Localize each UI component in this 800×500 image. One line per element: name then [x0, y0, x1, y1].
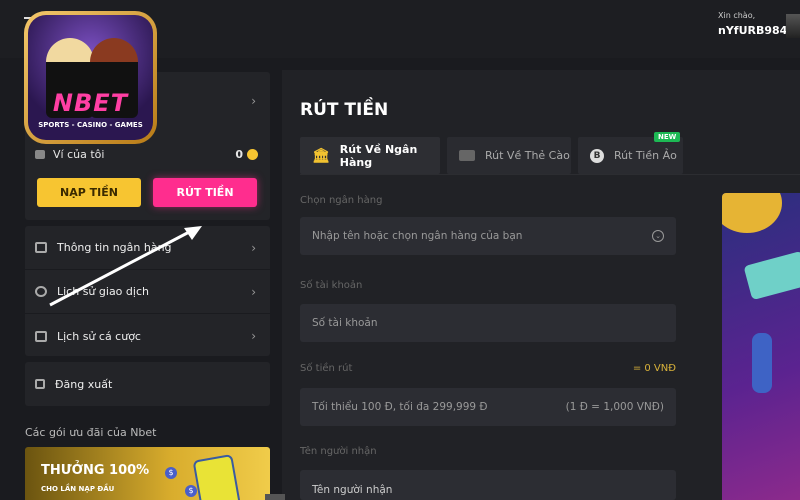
withdraw-panel: RÚT TIỀN 🏛 Rút Về Ngân Hàng Rút Về Thẻ Cà…	[282, 70, 800, 500]
menu-label: Lịch sử cá cược	[57, 329, 141, 343]
card-icon	[459, 150, 475, 161]
account-label: Số tài khoản	[300, 280, 363, 291]
logout-label: Đăng xuất	[55, 377, 113, 391]
tab-crypto-withdraw[interactable]: B Rút Tiền Ảo	[578, 137, 683, 174]
bank-icon: 🏛	[312, 147, 330, 164]
page-title: RÚT TIỀN	[300, 100, 389, 120]
amount-placeholder: Tối thiểu 100 Đ, tối đa 299,999 Đ	[312, 401, 488, 413]
menu-label: Lịch sử giao dịch	[57, 285, 149, 298]
logo-brand: NBET	[52, 89, 129, 117]
recipient-placeholder: Tên người nhận	[312, 484, 393, 496]
deposit-button[interactable]: NẠP TIỀN	[37, 178, 141, 207]
bitcoin-icon: B	[590, 148, 604, 163]
promo-side-banner[interactable]	[722, 193, 800, 500]
chevron-right-icon[interactable]: ›	[251, 94, 256, 108]
ticket-icon	[35, 330, 47, 342]
sidebar-item-transaction-history[interactable]: Lịch sử giao dịch ›	[25, 270, 270, 314]
amount-label: Số tiền rút	[300, 363, 353, 374]
exchange-rate: (1 Đ = 1,000 VNĐ)	[565, 401, 664, 413]
new-badge: NEW	[654, 132, 681, 142]
amount-input[interactable]: Tối thiểu 100 Đ, tối đa 299,999 Đ (1 Đ = …	[300, 388, 676, 426]
bank-label: Chọn ngân hàng	[300, 195, 383, 206]
dollar-coin-icon: $	[185, 485, 197, 497]
amount-converted: = 0 VNĐ	[632, 363, 676, 374]
scrollbar[interactable]	[265, 494, 285, 500]
promo-banner[interactable]: THƯỞNG 100% CHO LẦN NẠP ĐẦU $ $	[25, 447, 270, 500]
logout-card: Đăng xuất	[25, 362, 270, 406]
account-placeholder: Số tài khoản	[312, 317, 378, 329]
tab-label: Rút Về Thẻ Cào	[485, 149, 570, 162]
logout-button[interactable]: Đăng xuất	[25, 362, 270, 406]
wallet-icon	[35, 150, 45, 159]
account-number-input[interactable]: Số tài khoản	[300, 304, 676, 342]
avatar[interactable]	[786, 14, 800, 38]
nbet-logo: NBET SPORTS - CASINO - GAMES	[24, 11, 157, 144]
wallet-label: Ví của tôi	[53, 148, 105, 161]
recipient-input[interactable]: Tên người nhận	[300, 470, 676, 500]
history-icon	[35, 286, 47, 297]
greeting: Xin chào,	[718, 11, 756, 20]
promo-headline: THƯỞNG 100%	[41, 463, 150, 478]
menu-label: Thông tin ngân hàng	[57, 241, 172, 254]
account-menu: Thông tin ngân hàng › Lịch sử giao dịch › …	[25, 226, 270, 356]
logo-tagline: SPORTS - CASINO - GAMES	[38, 121, 143, 129]
phone-illustration	[192, 453, 242, 500]
bank-icon	[35, 242, 47, 253]
balance: 0	[235, 148, 243, 161]
username[interactable]: nYfURB9840	[718, 24, 795, 37]
logout-icon	[35, 379, 45, 389]
sidebar-item-bet-history[interactable]: Lịch sử cá cược ›	[25, 314, 270, 358]
sidebar-item-bank-info[interactable]: Thông tin ngân hàng ›	[25, 226, 270, 270]
withdraw-button[interactable]: RÚT TIỀN	[153, 178, 257, 207]
chevron-down-icon: ⌄	[652, 230, 664, 242]
bank-select[interactable]: Nhập tên hoặc chọn ngân hàng của bạn ⌄	[300, 217, 676, 255]
tab-card-withdraw[interactable]: Rút Về Thẻ Cào	[447, 137, 571, 174]
promo-subtitle: CHO LẦN NẠP ĐẦU	[41, 485, 115, 493]
tab-label: Rút Về Ngân Hàng	[339, 142, 418, 169]
promo-title: Các gói ưu đãi của Nbet	[25, 426, 157, 439]
tab-label: Rút Tiền Ảo	[614, 149, 677, 162]
tab-bank-withdraw[interactable]: 🏛 Rút Về Ngân Hàng	[300, 137, 440, 174]
coin-icon	[247, 149, 258, 160]
dollar-coin-icon: $	[165, 467, 177, 479]
bank-placeholder: Nhập tên hoặc chọn ngân hàng của bạn	[312, 230, 523, 242]
recipient-label: Tên người nhận	[300, 446, 377, 457]
